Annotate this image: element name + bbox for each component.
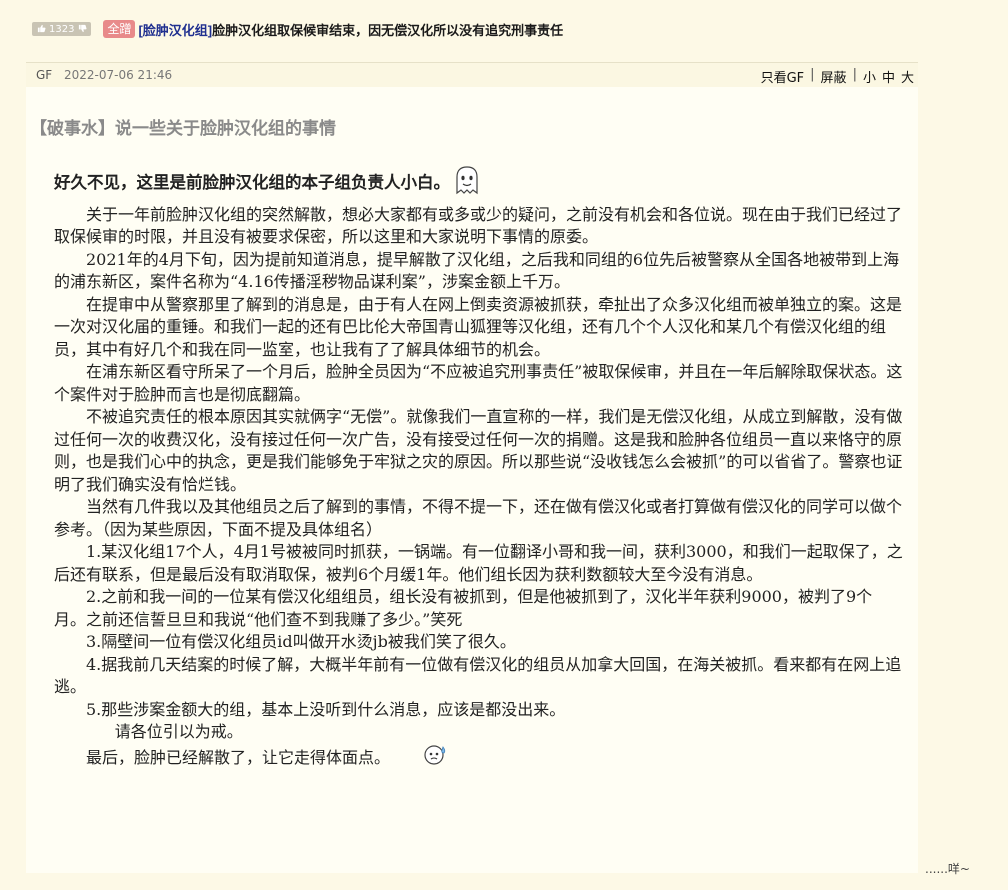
post-paragraph: 4.据我前几天结案的时候了解，大概半年前有一位做有偿汉化的组员从加拿大回国，在海…: [54, 654, 902, 697]
ghost-emoji-icon: [450, 163, 484, 204]
post-closing-text: 最后，脸肿已经解散了，让它走得体面点。: [86, 747, 391, 767]
thread-title-tag: [脸肿汉化组]: [138, 22, 213, 38]
category-badge: 全蹭: [103, 20, 136, 38]
vote-count: 1323: [49, 23, 75, 35]
thumbs-up-icon[interactable]: [36, 24, 46, 34]
font-medium-link[interactable]: 中: [882, 67, 895, 86]
vote-widget[interactable]: 1323: [32, 22, 92, 36]
post-title: 【破事水】说一些关于脸肿汉化组的事情: [30, 119, 336, 139]
post-body: 好久不见，这里是前脸肿汉化组的本子组负责人小白。 关于一年前脸肿汉化组的突然解散…: [54, 163, 904, 772]
separator: |: [852, 67, 857, 82]
post-actions: 只看GF | 屏蔽 | 小 中 大: [761, 67, 914, 86]
post-paragraph: 3.隔壁间一位有偿汉化组员id叫做开水烫jb被我们笑了很久。: [86, 632, 516, 651]
thread-title[interactable]: [脸肿汉化组]脸肿汉化组取保候审结束，因无偿汉化所以没有追究刑事责任: [138, 20, 563, 39]
post-paragraph: 5.那些涉案金额大的组，基本上没听到什么消息，应该是都没出来。: [86, 699, 566, 719]
post-paragraph: 当然有几件我以及其他组员之后了解到的事情，不得不提一下，还在做有偿汉化或者打算做…: [54, 497, 903, 539]
post-header: GF 2022-07-06 21:46 只看GF | 屏蔽 | 小 中 大: [26, 63, 918, 87]
post-paragraph: 2021年的4月下旬，因为提前知道消息，提早解散了汉化组，之后我和同组的6位先后…: [54, 249, 900, 292]
post-intro: 好久不见，这里是前脸肿汉化组的本子组负责人小白。: [54, 163, 904, 204]
post-paragraph: 1.某汉化组17个人，4月1号被被同时抓获，一锅端。有一位翻译小哥和我一间，获利…: [54, 542, 903, 584]
footer-text: ......咩~: [925, 862, 970, 876]
post-intro-text: 好久不见，这里是前脸肿汉化组的本子组负责人小白。: [54, 172, 450, 192]
font-large-link[interactable]: 大: [901, 67, 914, 86]
block-link[interactable]: 屏蔽: [821, 67, 847, 86]
font-small-link[interactable]: 小: [863, 67, 876, 86]
post-paragraph: 在提审中从警察那里了解到的消息是，由于有人在网上倒卖资源被抓获，牵扯出了众多汉化…: [54, 294, 903, 359]
post-warning: 请各位引以为戒。: [114, 722, 243, 741]
thread-title-text: 脸肿汉化组取保候审结束，因无偿汉化所以没有追究刑事责任: [212, 22, 564, 38]
post-author[interactable]: GF: [36, 68, 52, 82]
post-closing: 最后，脸肿已经解散了，让它走得体面点。: [54, 744, 904, 773]
post-paragraph: 在浦东新区看守所呆了一个月后，脸肿全员因为“不应被追究刑事责任”被取保候审，并且…: [54, 362, 903, 404]
post-paragraph: 2.之前和我一间的一位某有偿汉化组组员，组长没有被抓到，但是他被抓到了，汉化半年…: [54, 587, 873, 629]
thread-title-bar: 1323 全蹭 [脸肿汉化组]脸肿汉化组取保候审结束，因无偿汉化所以没有追究刑事…: [32, 18, 563, 40]
thumbs-down-icon[interactable]: [77, 24, 87, 34]
post-date: 2022-07-06 21:46: [64, 68, 173, 82]
post-paragraph: 不被追究责任的根本原因其实就俩字“无偿”。就像我们一直宣称的一样，我们是无偿汉化…: [54, 407, 903, 494]
post-container: GF 2022-07-06 21:46 只看GF | 屏蔽 | 小 中 大 【破…: [26, 62, 918, 873]
post-paragraph: 关于一年前脸肿汉化组的突然解散，想必大家都有或多或少的疑问，之前没有机会和各位说…: [54, 204, 903, 247]
separator: |: [810, 67, 815, 82]
only-author-link[interactable]: 只看GF: [761, 67, 805, 86]
sweat-emoji-icon: [390, 744, 448, 773]
